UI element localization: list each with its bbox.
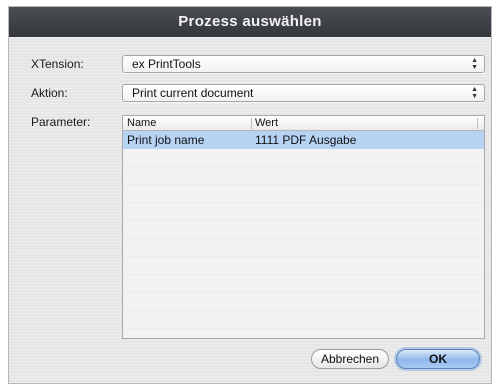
aktion-value: Print current document: [132, 86, 254, 100]
empty-row: [123, 167, 484, 185]
parameter-table[interactable]: Name Wert Print job name 1111 PDF Ausgab…: [122, 115, 485, 339]
empty-row: [123, 257, 484, 275]
ok-button[interactable]: OK: [396, 349, 480, 369]
table-row[interactable]: Print job name 1111 PDF Ausgabe: [123, 131, 484, 149]
cancel-button[interactable]: Abbrechen: [311, 349, 389, 369]
column-header-wert[interactable]: Wert: [251, 116, 477, 130]
empty-row: [123, 311, 484, 329]
empty-row: [123, 149, 484, 167]
empty-row: [123, 203, 484, 221]
xtension-label: XTension:: [31, 57, 84, 71]
parameter-label: Parameter:: [31, 115, 91, 129]
process-dialog: Prozess auswählen XTension: ex PrintTool…: [8, 6, 492, 384]
updown-chevron-icon: ▲ ▼: [471, 86, 478, 100]
xtension-popup[interactable]: ex PrintTools ▲ ▼: [122, 55, 485, 73]
column-header-name[interactable]: Name: [123, 116, 251, 130]
dialog-title: Prozess auswählen: [9, 7, 491, 37]
empty-row: [123, 239, 484, 257]
empty-row: [123, 185, 484, 203]
updown-chevron-icon: ▲ ▼: [471, 57, 478, 71]
table-header: Name Wert: [123, 116, 484, 131]
row-name-cell: Print job name: [127, 133, 205, 147]
xtension-value: ex PrintTools: [132, 57, 201, 71]
empty-row: [123, 221, 484, 239]
aktion-label: Aktion:: [31, 86, 68, 100]
column-divider: [477, 118, 478, 129]
empty-row: [123, 293, 484, 311]
row-wert-cell: 1111 PDF Ausgabe: [255, 133, 357, 147]
empty-row: [123, 275, 484, 293]
aktion-popup[interactable]: Print current document ▲ ▼: [122, 84, 485, 102]
